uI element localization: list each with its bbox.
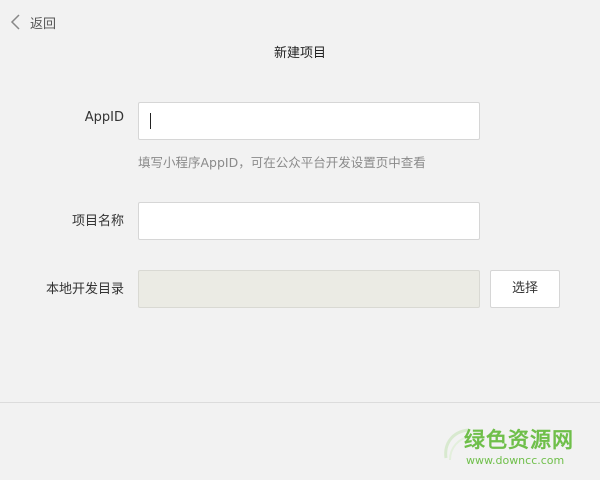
watermark-text: 绿色资源网 [464, 428, 574, 452]
footer-divider [0, 402, 600, 403]
project-name-input[interactable] [138, 202, 480, 240]
back-button[interactable]: 返回 [10, 12, 56, 32]
project-name-label: 项目名称 [71, 214, 124, 229]
text-cursor [150, 113, 151, 129]
page-title: 新建项目 [273, 46, 326, 61]
choose-dir-button[interactable]: 选择 [490, 270, 560, 308]
appid-input[interactable] [138, 102, 480, 140]
local-dir-field[interactable] [138, 270, 480, 308]
appid-label: AppID [84, 110, 124, 125]
local-dir-label: 本地开发目录 [45, 282, 124, 297]
back-label: 返回 [30, 16, 57, 32]
watermark-logo: 绿色资源网 www.downcc.com [440, 424, 590, 472]
appid-hint: 填写小程序AppID，可在公众平台开发设置页中查看 [138, 155, 426, 170]
watermark-url: www.downcc.com [466, 454, 565, 467]
chevron-left-icon [10, 14, 20, 30]
